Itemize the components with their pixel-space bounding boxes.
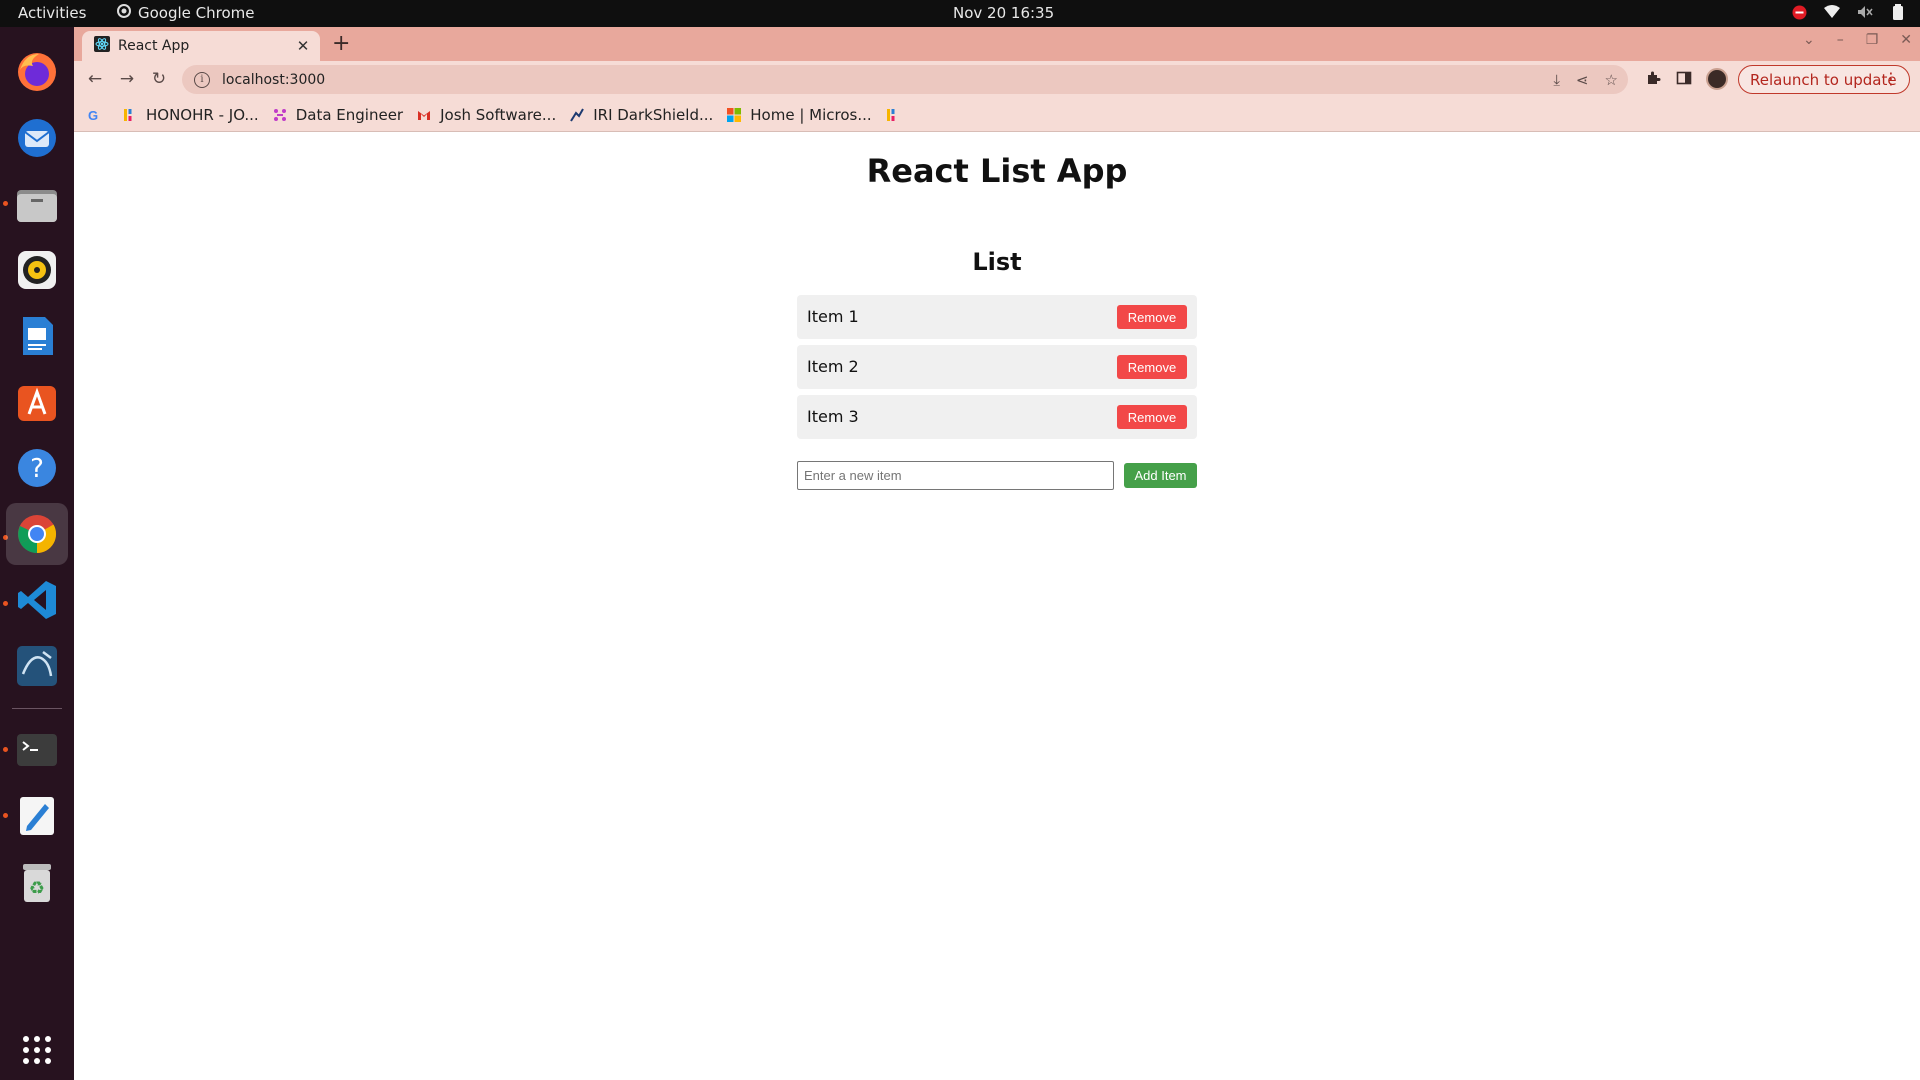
files-icon[interactable] [6,173,68,235]
bookmark-label: Data Engineer [295,105,404,124]
dock-separator [12,708,62,709]
bookmark-label: IRI DarkShield... [593,105,714,124]
window-controls: ⌄ – ❐ ✕ [1803,32,1912,48]
tab-strip: React App ✕ + ⌄ – ❐ ✕ [74,27,1920,61]
close-window-icon[interactable]: ✕ [1900,32,1912,48]
top-bar: Activities Google Chrome Nov 20 16:35 [0,0,1920,27]
do-not-disturb-icon[interactable] [1791,4,1807,20]
extensions-icon[interactable] [1643,70,1663,90]
forward-icon[interactable]: → [116,68,138,90]
item-label: Item 2 [807,357,859,376]
system-tray[interactable] [1791,4,1906,20]
back-icon[interactable]: ← [84,68,106,90]
bookmark-label: Home | Micros... [750,105,872,124]
page-title: React List App [866,152,1128,190]
text-editor-icon[interactable] [6,785,68,847]
honohr-favicon-icon [886,108,900,122]
side-panel-icon[interactable] [1674,70,1694,90]
relaunch-label: Relaunch to update [1750,70,1897,89]
rhythmbox-icon[interactable] [6,239,68,301]
microsoft-favicon-icon [727,107,742,122]
reload-icon[interactable]: ↻ [148,68,170,90]
bookmark-honohr[interactable]: HONOHR - JO... [123,106,259,124]
list-item: Item 1 Remove [797,295,1197,339]
minimize-icon[interactable]: – [1837,32,1844,48]
mysql-workbench-icon[interactable] [6,635,68,697]
honohr-favicon-icon [123,108,137,122]
profile-avatar[interactable] [1706,68,1728,90]
bookmark-star-icon[interactable]: ☆ [1605,71,1618,89]
chrome-small-icon [117,4,131,22]
bookmarks-bar: G HONOHR - JO... Data Engineer Josh Soft… [74,98,1920,132]
volume-muted-icon[interactable] [1857,4,1873,20]
iri-favicon-icon [570,108,585,122]
remove-button[interactable]: Remove [1117,355,1187,379]
ubuntu-software-icon[interactable] [6,371,68,433]
tab-search-icon[interactable]: ⌄ [1803,32,1815,48]
menu-kebab-icon[interactable]: ⋮ [1883,69,1899,88]
app-menu[interactable]: Google Chrome [117,4,255,22]
bookmark-iri-darkshield[interactable]: IRI DarkShield... [570,106,713,124]
trash-icon[interactable]: ♻ [6,851,68,913]
google-chrome-icon[interactable] [6,503,68,565]
thunderbird-icon[interactable] [6,107,68,169]
battery-icon[interactable] [1890,4,1906,20]
bookmark-honohr-2[interactable] [886,108,909,122]
url-text: localhost:3000 [222,71,326,88]
item-label: Item 1 [807,307,859,326]
item-list: Item 1 Remove Item 2 Remove Item 3 Remov… [797,295,1197,445]
browser-window: React App ✕ + ⌄ – ❐ ✕ ← → ↻ i localhost:… [74,27,1920,132]
visual-studio-code-icon[interactable] [6,569,68,631]
relaunch-to-update-button[interactable]: Relaunch to update ⋮ [1738,65,1910,94]
install-app-icon[interactable]: ⤓ [1553,71,1560,89]
browser-toolbar: ← → ↻ i localhost:3000 ⤓ ⋖ ☆ Relaunch to… [74,61,1920,98]
new-tab-button[interactable]: + [332,31,350,57]
list-item: Item 2 Remove [797,345,1197,389]
site-info-icon[interactable]: i [194,71,210,88]
help-icon[interactable]: ? [6,437,68,499]
remove-button[interactable]: Remove [1117,405,1187,429]
bookmark-google[interactable]: G [86,108,109,123]
app-menu-label: Google Chrome [138,4,255,22]
react-favicon-icon [94,36,110,56]
svg-text:?: ? [30,454,44,484]
libreoffice-writer-icon[interactable] [6,305,68,367]
svg-text:G: G [88,108,98,122]
item-label: Item 3 [807,407,859,426]
tab-react-app[interactable]: React App ✕ [82,31,320,61]
list-heading: List [972,248,1022,276]
bookmark-microsoft[interactable]: Home | Micros... [727,105,872,124]
add-item-button[interactable]: Add Item [1124,463,1197,488]
data-engineer-favicon-icon [273,108,287,122]
bookmark-josh-software[interactable]: Josh Software... [417,106,556,124]
dock: ? ♻ [0,27,74,1080]
new-item-input[interactable] [797,461,1114,490]
share-icon[interactable]: ⋖ [1576,71,1589,89]
maximize-icon[interactable]: ❐ [1866,32,1879,48]
firefox-icon[interactable] [6,41,68,103]
show-applications-icon[interactable] [6,1019,68,1080]
google-icon: G [86,108,100,123]
terminal-icon[interactable] [6,719,68,781]
page-viewport: React List App List Item 1 Remove Item 2… [74,132,1920,1080]
address-bar[interactable]: i localhost:3000 ⤓ ⋖ ☆ [182,65,1628,94]
svg-text:♻: ♻ [29,878,45,899]
bookmark-label: Josh Software... [440,105,557,124]
gmail-favicon-icon [417,108,431,122]
bookmark-data-engineer[interactable]: Data Engineer [273,106,403,124]
tab-close-icon[interactable]: ✕ [292,37,314,55]
wifi-icon[interactable] [1824,4,1840,20]
bookmark-label: HONOHR - JO... [146,105,259,124]
clock[interactable]: Nov 20 16:35 [953,4,1054,22]
remove-button[interactable]: Remove [1117,305,1187,329]
tab-title: React App [118,38,190,54]
activities-button[interactable]: Activities [18,4,86,22]
list-item: Item 3 Remove [797,395,1197,439]
